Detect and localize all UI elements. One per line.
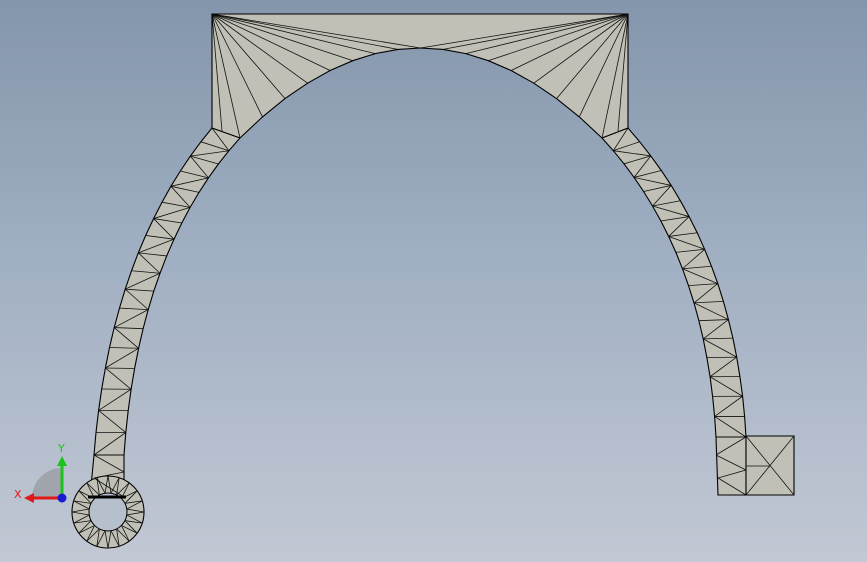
triad-z-axis [57,493,67,503]
triad-x-label: X [14,488,22,501]
left-leg-face [94,128,240,455]
right-leg-face [602,128,746,437]
triad-x-arrowhead [24,493,34,503]
top-block-face [212,14,628,138]
axis-triad: Y X [14,442,67,503]
meshed-arch-model[interactable] [0,0,867,562]
mesh-edges [71,13,795,549]
model-outline [88,13,747,499]
triad-y-label: Y [57,442,65,455]
3d-viewport[interactable]: Y X [0,0,867,562]
ring-hole [88,492,128,532]
triad-shadow-quadrant [32,468,62,498]
triad-y-arrowhead [57,456,67,466]
arch-body [71,14,795,549]
